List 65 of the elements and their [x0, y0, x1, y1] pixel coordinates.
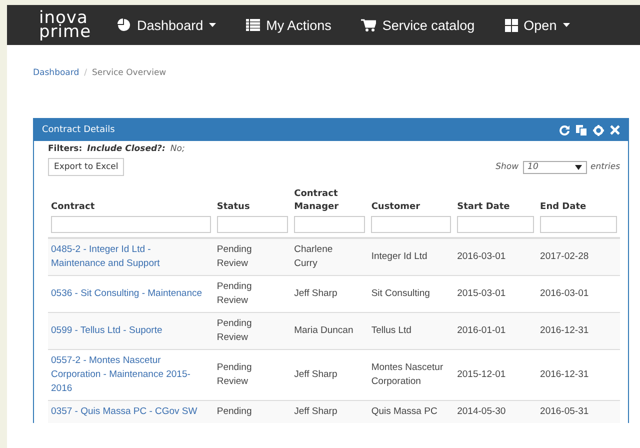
show-label: Show: [496, 162, 519, 172]
table-cell-text: Quis Massa PC: [371, 405, 438, 419]
caret-icon: [574, 164, 582, 170]
column-filter-field[interactable]: [457, 216, 534, 233]
table-cell-text: Montes Nascetur Corporation: [371, 361, 444, 389]
refresh-icon[interactable]: [559, 124, 570, 136]
column-header[interactable]: End Date: [540, 201, 617, 214]
filter-value: No;: [170, 144, 185, 154]
table-cell-text: 2015-12-01: [457, 368, 507, 382]
column-header[interactable]: Status: [216, 201, 288, 214]
nav-menu-item[interactable]: Open: [504, 18, 570, 32]
contract-link[interactable]: 0557-2 - Montes Nascetur Corporation - Maintenance 2015-2016: [51, 354, 206, 396]
table-cell-text: 2014-05-30: [457, 405, 507, 419]
table-cell-text: 2016-01-01: [457, 324, 507, 338]
table-cell-text: 2016-12-31: [540, 324, 590, 338]
table-cell-text: Integer Id Ltd: [371, 250, 428, 264]
cart-icon: [361, 18, 376, 32]
export-button[interactable]: Export to Excel: [48, 158, 124, 176]
table-cell-text: 2016-03-01: [457, 250, 507, 264]
column-filter-field[interactable]: [540, 216, 617, 233]
column-filter-field[interactable]: [51, 216, 211, 233]
table-cell-text: Sit Consulting: [371, 287, 431, 301]
table-cell-text: Maria Duncan: [294, 324, 354, 338]
breadcrumb-link[interactable]: Dashboard: [33, 68, 80, 78]
table-cell-text: Jeff Sharp: [294, 368, 338, 382]
column-filter-field[interactable]: [371, 216, 452, 233]
table-cell-text: 2015-03-01: [457, 287, 507, 301]
table-cell-text: 2016-12-31: [540, 368, 590, 382]
breadcrumb-separator: /: [84, 68, 87, 78]
column-header[interactable]: Customer: [371, 201, 452, 214]
contract-link[interactable]: 0536 - Sit Consulting - Maintenance: [51, 287, 206, 301]
panel-title: Contract Details: [42, 125, 115, 135]
table-cell-text: Pending Review: [216, 280, 253, 308]
close-icon[interactable]: [610, 125, 620, 135]
nav-menu-item[interactable]: Dashboard: [117, 18, 216, 32]
table-cell-text: Pending Review: [216, 243, 253, 271]
nav-menu-item[interactable]: My Actions: [246, 18, 332, 32]
logo-text: inova: [39, 11, 88, 25]
table-cell-text: 2016-05-31: [540, 405, 590, 419]
table-cell-text: Jeff Sharp: [294, 287, 338, 301]
entries-select[interactable]: 10: [522, 160, 587, 174]
table-cell-text: Pending: [216, 405, 253, 419]
logo-text: prime: [39, 25, 92, 39]
grid-icon: [504, 18, 518, 32]
table-cell-text: 2017-02-28: [540, 250, 590, 264]
table-cell-text: Charlene Curry: [294, 243, 334, 271]
copy-icon[interactable]: [576, 124, 587, 136]
column-header[interactable]: Contract Manager: [294, 188, 366, 214]
settings-icon[interactable]: [593, 124, 604, 136]
column-filter-field[interactable]: [216, 216, 288, 233]
table-cell-text: Jeff Sharp: [294, 405, 338, 419]
filter-name: Include Closed?:: [87, 144, 166, 154]
entries-label: entries: [590, 162, 620, 172]
breadcrumb-current: Service Overview: [92, 68, 166, 78]
column-header[interactable]: Contract: [51, 201, 211, 214]
table-cell-text: 2016-03-01: [540, 287, 590, 301]
column-header[interactable]: Start Date: [457, 201, 534, 214]
table-cell-text: Tellus Ltd: [371, 324, 412, 338]
list-icon: [246, 19, 260, 31]
pie-chart-icon: [117, 18, 132, 32]
column-filter-field[interactable]: [294, 216, 366, 233]
nav-menu-item[interactable]: Service catalog: [361, 18, 475, 32]
table-cell-text: Pending Review: [216, 361, 253, 389]
table-cell-text: Pending Review: [216, 317, 253, 345]
filters-label: Filters:: [48, 144, 82, 154]
